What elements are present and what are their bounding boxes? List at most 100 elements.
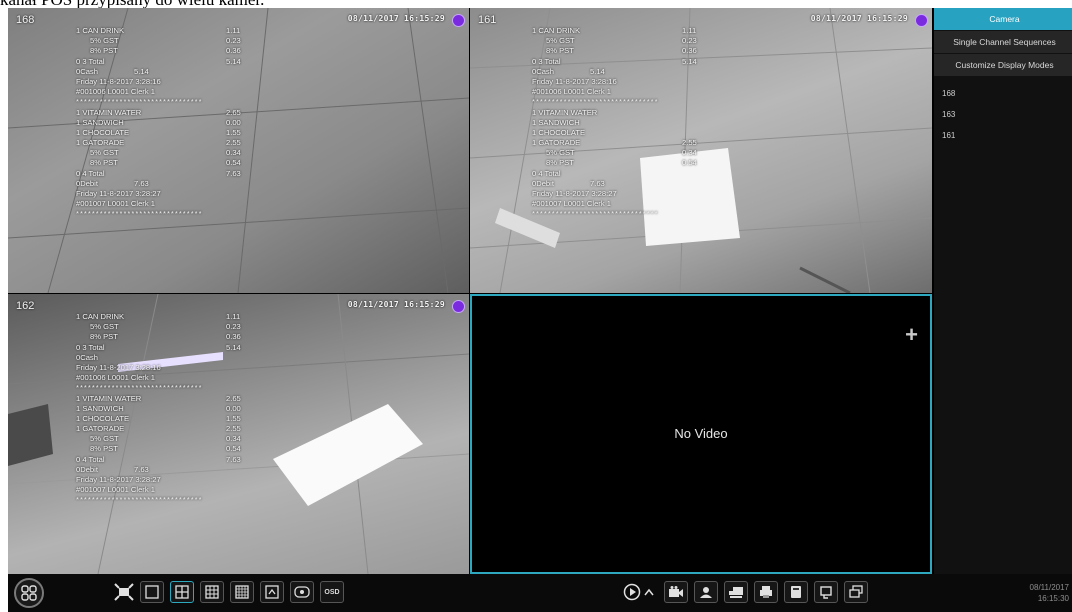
fullscreen-icon: [114, 583, 134, 601]
receipt-line: ********************************: [76, 97, 336, 107]
playback-options-button[interactable]: [642, 581, 656, 603]
receipt-line-amount: 0.34: [226, 434, 241, 444]
receipt-line-text: 1 CHOCOLATE: [76, 413, 130, 423]
receipt-line-text: 1 CHOCOLATE: [532, 127, 586, 137]
receipt-line-text: 1 VITAMIN WATER: [76, 107, 142, 117]
receipt-line: 1 CAN DRINK 1.11: [76, 312, 336, 322]
layout-4-button[interactable]: [170, 581, 194, 603]
camera-timestamp: 08/11/2017 16:15:29: [810, 14, 908, 23]
receipt-line: ********************************: [76, 383, 336, 393]
receipt-line-text: ********************************: [76, 383, 203, 393]
receipt-line: Friday 11-8-2017 3:28:27: [532, 189, 792, 199]
receipt-line-amount: 0.36: [226, 46, 241, 56]
layout-1-button[interactable]: [140, 581, 164, 603]
receipt-line-amount: 7.63: [134, 464, 149, 474]
receipt-line: 1 CHOCOLATE: [532, 128, 792, 138]
layout-16-button[interactable]: [230, 581, 254, 603]
receipt-line-text: 0 3 Total: [532, 56, 561, 66]
single-screen-icon: [145, 585, 159, 599]
receipt-line-amount: 0.54: [226, 444, 241, 454]
sequence-button[interactable]: [290, 581, 314, 603]
tab-camera[interactable]: Camera: [934, 8, 1072, 30]
camera-list-item-161[interactable]: 161: [934, 125, 1072, 146]
receipt-line: 5% GST 0.23: [532, 36, 792, 46]
receipt-line-amount: 2.55: [226, 424, 241, 434]
receipt-line-amount: 5.14: [590, 66, 605, 76]
receipt-line: #001007 L0001 Clerk 1: [76, 199, 336, 209]
custom-layout-button[interactable]: [260, 581, 284, 603]
playback-button[interactable]: [620, 581, 644, 603]
receipt-line-text: Friday 11-8-2017 3:28:16: [532, 76, 617, 86]
receipt-line: 5% GST 0.23: [76, 322, 336, 332]
osd-button[interactable]: OSD: [320, 581, 344, 603]
receipt-line-text: 8% PST: [90, 444, 118, 454]
receipt-line-text: ********************************: [76, 209, 203, 219]
receipt-line-text: 1 CAN DRINK: [76, 26, 125, 35]
layout-9-button[interactable]: [200, 581, 224, 603]
camera-view-168[interactable]: 168 08/11/2017 16:15:29 1 CAN DRINK 1.11 5…: [8, 8, 469, 293]
receipt-line-text: 5% GST: [546, 148, 575, 158]
receipt-line-amount: 0.23: [226, 322, 241, 332]
receipt-line: 0 4 Total 7.63: [76, 455, 336, 465]
receipt-line-text: 1 SANDWICH: [532, 117, 580, 127]
plus-icon[interactable]: +: [905, 324, 918, 346]
main-menu-button[interactable]: [14, 578, 44, 608]
tab-single-channel-sequences[interactable]: Single Channel Sequences: [934, 31, 1072, 53]
camera-list-item-163[interactable]: 163: [934, 104, 1072, 125]
tab-customize-display-modes[interactable]: Customize Display Modes: [934, 54, 1072, 76]
receipt-line-text: 8% PST: [90, 46, 118, 56]
video-camera-icon: [669, 586, 683, 597]
nine-screen-icon: [205, 585, 219, 599]
camera-view-161[interactable]: 161 08/11/2017 16:15:29 1 CAN DRINK 1.11 5…: [470, 8, 932, 293]
receipt-line-amount: 2.55: [682, 138, 697, 148]
alarm-button[interactable]: [814, 581, 838, 603]
receipt-line: 5% GST 0.23: [76, 36, 336, 46]
receipt-line-text: #001006 L0001 Clerk 1: [532, 87, 611, 97]
receipt-line-text: 8% PST: [546, 46, 574, 56]
fullscreen-button[interactable]: [112, 581, 136, 603]
receipt-line: 1 CHOCOLATE 1.55: [76, 128, 336, 138]
receipt-line: #001006 L0001 Clerk 1: [76, 87, 336, 97]
disk-icon: [791, 586, 801, 598]
receipt-line: ********************************: [532, 209, 792, 219]
display-switch-button[interactable]: [844, 581, 868, 603]
empty-view-slot[interactable]: + No Video: [470, 294, 932, 574]
osd-label: OSD: [324, 588, 340, 596]
receipt-line-text: ********************************: [532, 97, 659, 107]
recording-indicator: [452, 300, 465, 313]
snapshot-button[interactable]: [754, 581, 778, 603]
receipt-line-text: 0 3 Total: [76, 56, 105, 66]
receipt-line-text: 0 3 Total: [76, 342, 105, 352]
disk-button[interactable]: [784, 581, 808, 603]
receipt-line-text: 8% PST: [90, 332, 118, 342]
record-button[interactable]: [664, 581, 688, 603]
quad-screen-icon: [175, 585, 189, 599]
receipt-line-text: 0Debit: [76, 178, 98, 188]
receipt-line-text: 5% GST: [90, 36, 119, 46]
receipt-line: 8% PST 0.36: [76, 332, 336, 342]
receipt-line-text: ********************************: [76, 495, 203, 505]
receipt-line-text: 1 GATORADE: [76, 424, 125, 434]
receipt-line-amount: 0.00: [226, 403, 241, 413]
receipt-line-text: #001007 L0001 Clerk 1: [76, 199, 155, 209]
receipt-line: ********************************: [76, 209, 336, 219]
chevron-up-icon: [644, 588, 654, 596]
camera-list: 168 163 161: [934, 77, 1072, 146]
receipt-line: ********************************: [76, 495, 336, 505]
sixteen-screen-icon: [235, 585, 249, 599]
receipt-line-amount: 2.55: [226, 138, 241, 148]
no-video-label: No Video: [674, 426, 728, 441]
receipt-line-amount: 5.14: [682, 56, 697, 66]
receipt-line: 0 4 Total 7.63: [76, 169, 336, 179]
receipt-line: 0Cash 5.14: [76, 67, 336, 77]
person-icon: [700, 587, 712, 598]
camera-list-item-168[interactable]: 168: [934, 83, 1072, 104]
ptz-button[interactable]: [724, 581, 748, 603]
camera-view-162[interactable]: 162 08/11/2017 16:15:29 1 CAN DRINK 1.11 5…: [8, 294, 469, 574]
receipt-line-amount: 7.63: [226, 168, 241, 178]
receipt-line: 1 SANDWICH: [532, 118, 792, 128]
system-clock: 08/11/2017 16:15:30: [1030, 582, 1069, 604]
receipt-line-text: Friday 11-8-2017 3:28:27: [76, 189, 161, 198]
receipt-line-text: 1 VITAMIN WATER: [76, 393, 142, 403]
face-search-button[interactable]: [694, 581, 718, 603]
